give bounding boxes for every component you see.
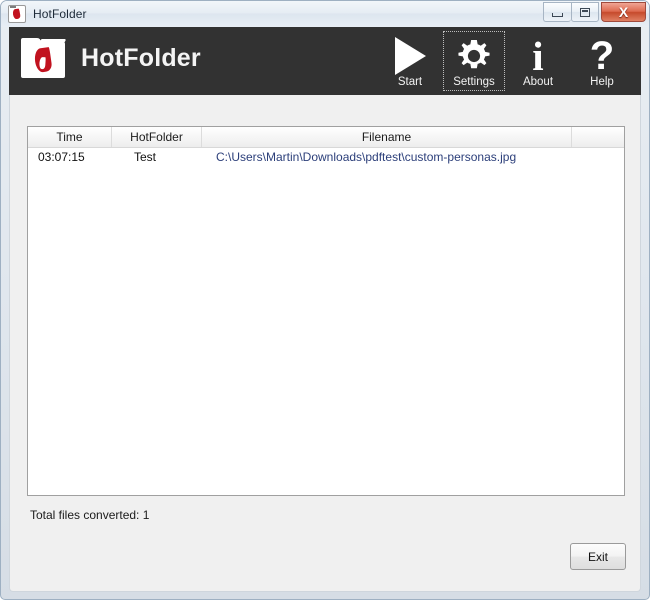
info-icon: i: [532, 32, 544, 79]
application-window: HotFolder X HotFolder Start Settings i A…: [0, 0, 650, 600]
list-body: 03:07:15 Test C:\Users\Martin\Downloads\…: [28, 148, 624, 495]
toolbar-button-start[interactable]: Start: [379, 31, 441, 91]
toolbar-button-about[interactable]: i About: [507, 31, 569, 91]
maximize-icon: [580, 7, 590, 17]
maximize-button[interactable]: [571, 2, 599, 22]
toolbar-button-settings[interactable]: Settings: [443, 31, 505, 91]
minimize-button[interactable]: [543, 2, 571, 22]
close-button[interactable]: X: [601, 2, 646, 22]
window-controls: X: [543, 2, 646, 23]
close-icon: X: [618, 4, 629, 20]
conversion-list-panel[interactable]: Time HotFolder Filename 03:07:15 Test C:…: [27, 126, 625, 496]
cell-hotfolder: Test: [134, 150, 157, 164]
column-header-extra[interactable]: [572, 127, 624, 147]
gear-icon: [455, 36, 493, 76]
column-header-time[interactable]: Time: [28, 127, 112, 147]
toolbar: Start Settings i About ? Help: [379, 31, 633, 91]
minimize-icon: [552, 12, 563, 17]
toolbar-button-help[interactable]: ? Help: [571, 31, 633, 91]
window-title: HotFolder: [33, 7, 87, 21]
cell-time: 03:07:15: [38, 150, 85, 164]
exit-button[interactable]: Exit: [570, 543, 626, 570]
title-bar[interactable]: HotFolder X: [1, 1, 649, 27]
column-header-hotfolder[interactable]: HotFolder: [112, 127, 202, 147]
question-icon: ?: [589, 34, 615, 78]
status-total-files: Total files converted: 1: [30, 508, 150, 522]
icon-folder-tab: [10, 6, 16, 8]
brand-name: HotFolder: [81, 43, 201, 72]
app-header: HotFolder Start Settings i About ? Help: [9, 27, 641, 95]
brand: HotFolder: [19, 36, 201, 80]
toolbar-label-start: Start: [397, 76, 423, 88]
toolbar-label-settings: Settings: [453, 76, 495, 88]
icon-flame: [12, 8, 21, 20]
column-header-filename[interactable]: Filename: [202, 127, 572, 147]
table-row[interactable]: 03:07:15 Test C:\Users\Martin\Downloads\…: [28, 148, 624, 166]
folder-flame-logo-icon: [19, 36, 67, 80]
window-hotfolder-icon: [8, 5, 26, 23]
list-header-row: Time HotFolder Filename: [28, 127, 624, 148]
toolbar-label-about: About: [522, 76, 554, 88]
play-icon: [394, 36, 426, 76]
content-area: Time HotFolder Filename 03:07:15 Test C:…: [9, 95, 641, 592]
cell-filename: C:\Users\Martin\Downloads\pdftest\custom…: [216, 150, 517, 164]
toolbar-label-help: Help: [590, 76, 614, 88]
